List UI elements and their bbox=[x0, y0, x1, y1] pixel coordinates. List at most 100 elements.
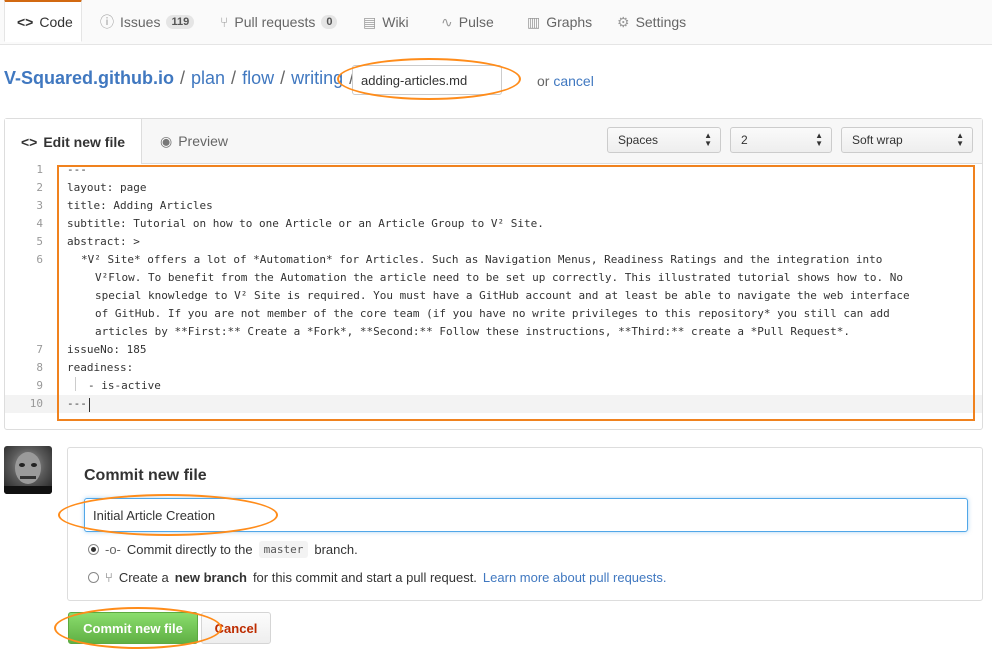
new-branch-bold: new branch bbox=[174, 570, 247, 585]
line-text: of GitHub. If you are not member of the … bbox=[95, 307, 890, 320]
line-number: 2 bbox=[36, 181, 43, 194]
issue-icon: ⓘ bbox=[100, 14, 114, 30]
breadcrumb: V-Squared.github.io / plan / flow / writ… bbox=[4, 68, 360, 89]
book-icon: ▤ bbox=[363, 13, 377, 30]
new-branch-suffix: for this commit and start a pull request… bbox=[252, 570, 477, 585]
breadcrumb-separator: / bbox=[231, 68, 237, 88]
tab-pulls-label: Pull requests bbox=[234, 14, 316, 30]
commit-title: Commit new file bbox=[84, 467, 207, 484]
commit-new-branch-radio[interactable] bbox=[88, 572, 99, 583]
file-editor: <> Edit new file ◉ Preview Spaces ▲ ▼ 2 ▲… bbox=[4, 118, 983, 430]
avatar-image bbox=[4, 452, 52, 494]
tab-graphs[interactable]: ▥ Graphs bbox=[527, 0, 592, 44]
indent-size-value: 2 bbox=[741, 133, 748, 147]
indent-guide bbox=[75, 377, 76, 391]
commit-message-input[interactable] bbox=[84, 498, 968, 532]
tab-edit-label: Edit new file bbox=[43, 133, 126, 150]
tab-pulse-label: Pulse bbox=[458, 14, 494, 30]
line-text: *V² Site* offers a lot of *Automation* f… bbox=[81, 253, 883, 266]
line-number: 4 bbox=[36, 217, 43, 230]
pulse-icon: ∿ bbox=[441, 13, 453, 30]
line-text: --- bbox=[67, 163, 87, 176]
code-icon: <> bbox=[20, 133, 38, 150]
line-text: special knowledge to V² Site is required… bbox=[95, 289, 910, 302]
branch-icon: ⑂ bbox=[105, 570, 113, 585]
tab-wiki-label: Wiki bbox=[382, 14, 409, 30]
pull-request-icon: ⑂ bbox=[220, 14, 229, 30]
select-arrows-icon: ▲ ▼ bbox=[704, 131, 712, 148]
line-text: layout: page bbox=[67, 181, 147, 194]
filename-input[interactable] bbox=[352, 65, 502, 95]
or-cancel: or cancel bbox=[537, 73, 594, 89]
commit-icon: -o- bbox=[105, 542, 121, 557]
breadcrumb-separator: / bbox=[180, 68, 186, 88]
indent-size-select[interactable]: 2 ▲ ▼ bbox=[730, 127, 832, 153]
indent-mode-value: Spaces bbox=[618, 133, 659, 147]
breadcrumb-plan-link[interactable]: plan bbox=[191, 68, 225, 89]
line-text: - is-active bbox=[88, 379, 161, 392]
commit-direct-option[interactable]: -o- Commit directly to the master branch… bbox=[88, 541, 358, 558]
line-number: 3 bbox=[36, 199, 43, 212]
branch-name: master bbox=[258, 541, 309, 558]
select-arrows-icon: ▲ ▼ bbox=[815, 131, 823, 148]
learn-more-link[interactable]: Learn more about pull requests. bbox=[483, 570, 667, 585]
tab-settings[interactable]: ⚙ Settings bbox=[617, 0, 686, 44]
breadcrumb-writing-link[interactable]: writing bbox=[291, 68, 343, 89]
line-text: abstract: > bbox=[67, 235, 140, 248]
indent-mode-select[interactable]: Spaces ▲ ▼ bbox=[607, 127, 721, 153]
tab-settings-label: Settings bbox=[635, 14, 687, 30]
gear-icon: ⚙ bbox=[617, 13, 630, 30]
line-number: 9 bbox=[36, 379, 43, 392]
line-text: subtitle: Tutorial on how to one Article… bbox=[67, 217, 544, 230]
tab-graphs-label: Graphs bbox=[546, 14, 593, 30]
wrap-mode-value: Soft wrap bbox=[852, 133, 903, 147]
avatar bbox=[4, 446, 52, 494]
new-branch-prefix: Create a bbox=[118, 570, 169, 585]
issues-counter: 119 bbox=[166, 15, 195, 29]
line-text: V²Flow. To benefit from the Automation t… bbox=[95, 271, 903, 284]
tab-pulse[interactable]: ∿ Pulse bbox=[441, 0, 494, 44]
code-editor[interactable]: 1 --- 2 layout: page 3 title: Adding Art… bbox=[5, 163, 982, 429]
breadcrumb-repo-link[interactable]: V-Squared.github.io bbox=[4, 68, 174, 89]
tab-preview-label: Preview bbox=[178, 133, 229, 149]
line-text: issueNo: 185 bbox=[67, 343, 147, 356]
tab-code-label: Code bbox=[39, 13, 73, 30]
text-cursor bbox=[89, 398, 90, 412]
line-number: 7 bbox=[36, 343, 43, 356]
tab-edit-new-file[interactable]: <> Edit new file bbox=[5, 119, 142, 164]
cancel-link[interactable]: cancel bbox=[553, 73, 593, 89]
commit-new-branch-option[interactable]: ⑂ Create a new branch for this commit an… bbox=[88, 570, 666, 585]
or-text: or bbox=[537, 73, 550, 89]
tab-code[interactable]: <> Code bbox=[4, 0, 82, 42]
wrap-mode-select[interactable]: Soft wrap ▲ ▼ bbox=[841, 127, 973, 153]
line-number: 8 bbox=[36, 361, 43, 374]
graph-icon: ▥ bbox=[527, 13, 541, 30]
pulls-counter: 0 bbox=[321, 15, 338, 29]
eye-icon: ◉ bbox=[160, 132, 173, 149]
editor-header: <> Edit new file ◉ Preview Spaces ▲ ▼ 2 ▲… bbox=[5, 119, 982, 164]
line-number: 10 bbox=[29, 397, 43, 410]
line-text: articles by **First:** Create a *Fork*, … bbox=[95, 325, 850, 338]
line-number: 6 bbox=[36, 253, 43, 266]
select-arrows-icon: ▲ ▼ bbox=[956, 131, 964, 148]
cancel-button[interactable]: Cancel bbox=[201, 612, 271, 644]
line-text: title: Adding Articles bbox=[67, 199, 213, 212]
tab-issues[interactable]: ⓘ Issues 119 bbox=[100, 0, 195, 44]
commit-form: Commit new file -o- Commit directly to t… bbox=[67, 447, 983, 601]
repo-nav: <> Code ⓘ Issues 119 ⑂ Pull requests 0 ▤… bbox=[0, 0, 992, 45]
active-line-highlight bbox=[5, 395, 982, 413]
commit-direct-suffix: branch. bbox=[314, 542, 358, 557]
breadcrumb-flow-link[interactable]: flow bbox=[242, 68, 274, 89]
line-number: 5 bbox=[36, 235, 43, 248]
line-number: 1 bbox=[36, 163, 43, 176]
tab-pull-requests[interactable]: ⑂ Pull requests 0 bbox=[220, 0, 338, 44]
commit-direct-prefix: Commit directly to the bbox=[126, 542, 253, 557]
line-text: readiness: bbox=[67, 361, 134, 374]
code-icon: <> bbox=[17, 13, 34, 30]
tab-wiki[interactable]: ▤ Wiki bbox=[363, 0, 409, 44]
line-text: --- bbox=[67, 397, 87, 410]
tab-issues-label: Issues bbox=[120, 14, 161, 30]
tab-preview[interactable]: ◉ Preview bbox=[160, 119, 228, 163]
commit-direct-radio[interactable] bbox=[88, 544, 99, 555]
commit-new-file-button[interactable]: Commit new file bbox=[68, 612, 198, 644]
